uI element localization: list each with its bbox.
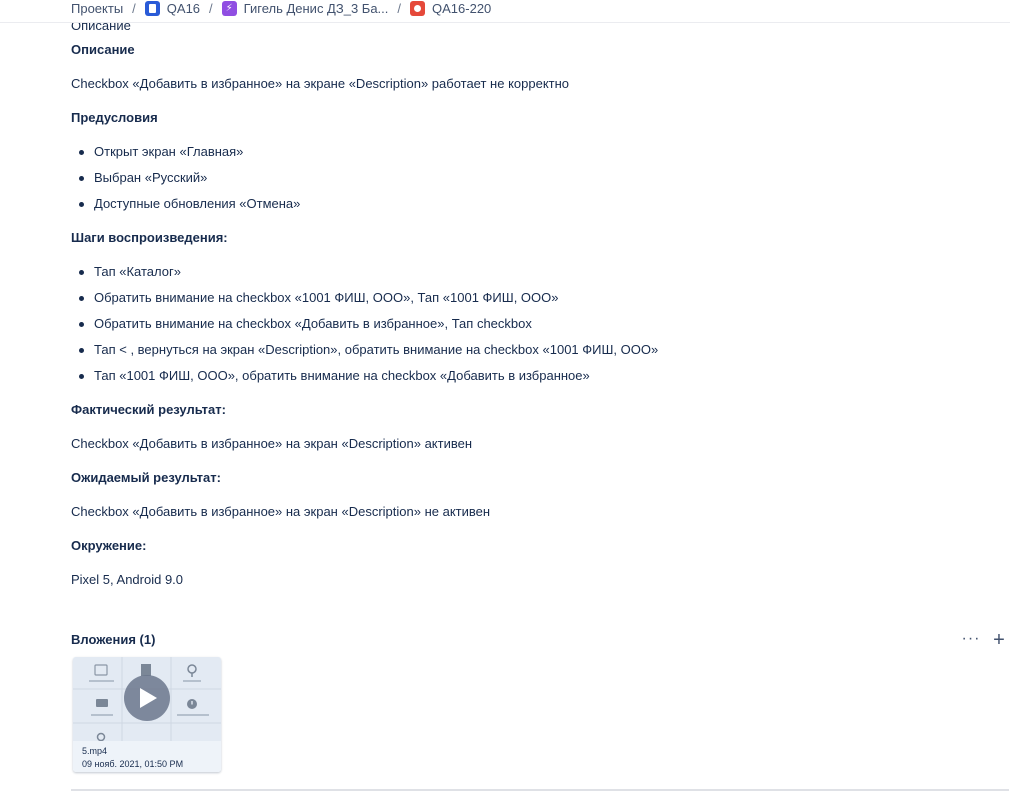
breadcrumb-issue[interactable]: QA16-220 <box>410 1 491 16</box>
expected-result-heading: Ожидаемый результат: <box>71 470 221 485</box>
breadcrumb: Проекты / QA16 / ⚡ Гигель Денис ДЗ_3 Ба.… <box>71 0 491 17</box>
breadcrumb-projects-label: Проекты <box>71 1 124 16</box>
video-thumbnail <box>73 657 221 741</box>
attachments-more-button[interactable]: ··· <box>961 630 981 650</box>
description-text: Checkbox «Добавить в избранное» на экран… <box>71 76 570 91</box>
attachments-title: Вложения (1) <box>71 632 156 647</box>
description-body[interactable]: Описание Checkbox «Добавить в избранное»… <box>71 40 991 590</box>
list-item: Тап «1001 ФИШ, ООО», обратить внимание н… <box>71 366 991 386</box>
breadcrumb-projects[interactable]: Проекты <box>71 1 123 16</box>
breadcrumb-epic-label: Гигель Денис ДЗ_3 Ба... <box>243 1 389 16</box>
play-icon[interactable] <box>73 657 221 741</box>
breadcrumb-separator: / <box>397 1 402 16</box>
breadcrumb-separator: / <box>209 1 213 16</box>
attachment-meta: 5.mp4 09 нояб. 2021, 01:50 PM <box>73 741 221 772</box>
attachments-add-button[interactable]: + <box>989 630 1009 650</box>
list-item: Обратить внимание на checkbox «Добавить … <box>71 314 991 334</box>
list-item: Тап < , вернуться на экран «Description»… <box>71 340 991 360</box>
list-item: Открыт экран «Главная» <box>71 142 991 162</box>
environment-text: Pixel 5, Android 9.0 <box>71 572 184 587</box>
preconditions-list: Открыт экран «Главная» Выбран «Русский» … <box>71 142 991 214</box>
divider <box>71 789 1009 791</box>
list-item: Доступные обновления «Отмена» <box>71 194 991 214</box>
list-item: Тап «Каталог» <box>71 262 991 282</box>
list-item: Обратить внимание на checkbox «1001 ФИШ,… <box>71 288 991 308</box>
steps-heading: Шаги воспроизведения: <box>71 230 228 245</box>
actual-result-text: Checkbox «Добавить в избранное» на экран… <box>71 436 473 451</box>
breadcrumb-epic[interactable]: ⚡ Гигель Денис ДЗ_3 Ба... <box>221 1 389 16</box>
bug-icon <box>410 1 426 16</box>
breadcrumb-bar: Проекты / QA16 / ⚡ Гигель Денис ДЗ_3 Ба.… <box>0 0 1010 23</box>
actual-result-heading: Фактический результат: <box>71 402 226 417</box>
expected-result-text: Checkbox «Добавить в избранное» на экран… <box>71 504 491 519</box>
breadcrumb-project-label: QA16 <box>166 1 201 16</box>
description-heading: Описание <box>71 42 135 57</box>
breadcrumb-project-qa16[interactable]: QA16 <box>144 1 201 16</box>
breadcrumb-issue-label: QA16-220 <box>432 1 492 16</box>
attachment-card[interactable]: 5.mp4 09 нояб. 2021, 01:50 PM <box>73 657 221 772</box>
attachment-filename: 5.mp4 <box>82 746 108 756</box>
steps-list: Тап «Каталог» Обратить внимание на check… <box>71 262 991 386</box>
epic-icon: ⚡ <box>221 1 237 16</box>
attachment-date: 09 нояб. 2021, 01:50 PM <box>82 759 184 769</box>
preconditions-heading: Предусловия <box>71 110 158 125</box>
breadcrumb-separator: / <box>132 1 136 16</box>
list-item: Выбран «Русский» <box>71 168 991 188</box>
environment-heading: Окружение: <box>71 538 147 553</box>
project-icon <box>144 1 160 16</box>
